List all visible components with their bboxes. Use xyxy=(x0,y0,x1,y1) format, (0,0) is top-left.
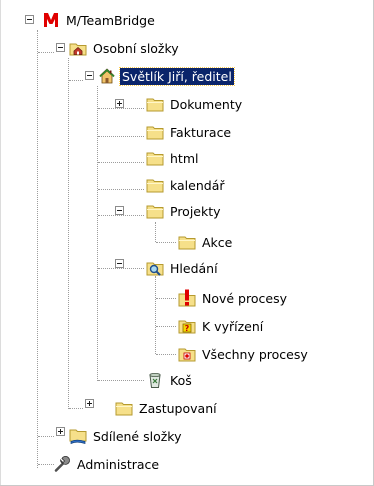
tree-node-zastupovani[interactable]: Zastupovaní xyxy=(115,398,219,418)
tree-node-label: Světlík Jiří, ředitel xyxy=(119,66,235,86)
tree-node-label: Fakturace xyxy=(170,124,232,140)
tree-node-label: Zastupovaní xyxy=(139,400,217,416)
tree-node-user-folder[interactable]: Světlík Jiří, ředitel xyxy=(98,66,235,86)
tree-node-kos[interactable]: Koš xyxy=(146,370,194,390)
home-folder-icon xyxy=(69,39,87,57)
wrench-icon xyxy=(53,455,71,473)
folder-tree: M/TeamBridge Osobní složky Světlík Jiří,… xyxy=(0,0,374,486)
tree-node-personal-folders[interactable]: Osobní složky xyxy=(69,38,181,58)
svg-text:?: ? xyxy=(185,324,190,333)
tree-node-label: Administrace xyxy=(77,456,160,472)
brand-logo-icon xyxy=(42,11,60,29)
tree-node-label: Sdílené složky xyxy=(93,428,182,444)
tree-node-html[interactable]: html xyxy=(146,148,200,168)
shared-folder-icon xyxy=(69,427,87,445)
tree-node-label: Osobní složky xyxy=(93,40,179,56)
tree-node-akce[interactable]: Akce xyxy=(178,232,234,252)
personal-collapse-toggle[interactable] xyxy=(56,43,65,52)
tree-node-fakturace[interactable]: Fakturace xyxy=(146,122,233,142)
user-collapse-toggle[interactable] xyxy=(85,71,94,80)
question-folder-icon: ? xyxy=(178,317,196,335)
search-folder-icon xyxy=(146,259,164,277)
shared-expand-toggle[interactable] xyxy=(56,427,65,436)
tree-node-hledani[interactable]: Hledání xyxy=(146,258,220,278)
alert-folder-icon xyxy=(178,289,196,307)
tree-node-root[interactable]: M/TeamBridge xyxy=(42,10,157,30)
tree-node-administrace[interactable]: Administrace xyxy=(53,454,161,474)
folder-icon xyxy=(146,176,164,194)
tree-node-nove-procesy[interactable]: Nové procesy xyxy=(178,288,289,308)
folder-icon xyxy=(178,233,196,251)
dokumenty-expand-toggle[interactable] xyxy=(115,99,124,108)
process-folder-icon xyxy=(178,345,196,363)
projekty-collapse-toggle[interactable] xyxy=(115,206,124,215)
tree-node-label: Dokumenty xyxy=(170,96,243,112)
tree-node-k-vyrizeni[interactable]: ? K vyřízení xyxy=(178,316,265,336)
tree-node-dokumenty[interactable]: Dokumenty xyxy=(146,94,244,114)
house-icon xyxy=(98,67,116,85)
tree-node-vsechny-procesy[interactable]: Všechny procesy xyxy=(178,344,310,364)
tree-node-label: Hledání xyxy=(170,260,218,276)
tree-node-label: html xyxy=(170,150,199,166)
folder-icon xyxy=(146,95,164,113)
tree-node-label: Všechny procesy xyxy=(202,346,308,362)
folder-icon xyxy=(146,149,164,167)
hledani-collapse-toggle[interactable] xyxy=(115,259,124,268)
tree-node-label: Nové procesy xyxy=(202,290,287,306)
tree-node-projekty[interactable]: Projekty xyxy=(146,201,223,221)
tree-node-label: Projekty xyxy=(170,203,221,219)
tree-node-label: kalendář xyxy=(170,177,225,193)
tree-node-label: Akce xyxy=(202,234,233,250)
tree-node-kalendar[interactable]: kalendář xyxy=(146,175,227,195)
folder-icon xyxy=(115,399,133,417)
tree-node-label: K vyřízení xyxy=(202,318,264,334)
folder-icon xyxy=(146,202,164,220)
tree-node-shared-folders[interactable]: Sdílené složky xyxy=(69,426,183,446)
tree-node-label: Koš xyxy=(170,372,192,388)
root-collapse-toggle[interactable] xyxy=(25,15,34,24)
trash-icon xyxy=(146,371,164,389)
zastupovani-expand-toggle[interactable] xyxy=(85,399,94,408)
tree-node-label: M/TeamBridge xyxy=(66,12,155,28)
folder-icon xyxy=(146,123,164,141)
